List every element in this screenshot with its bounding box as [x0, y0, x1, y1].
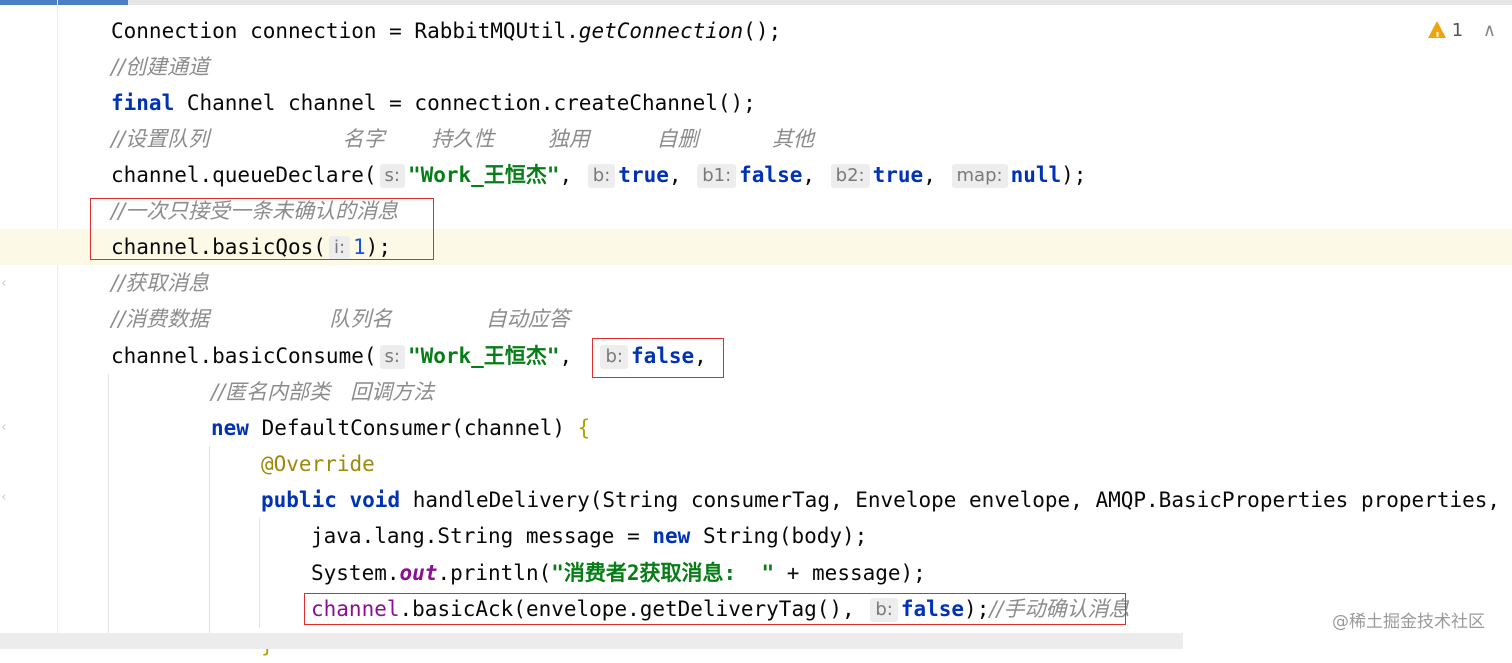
- code-line-11[interactable]: //匿名内部类 回调方法: [0, 374, 1512, 410]
- keyword: true: [872, 163, 924, 187]
- parameter-hint: map:: [951, 164, 1008, 188]
- parameter-hint: s:: [379, 164, 405, 188]
- code-text: ,: [559, 163, 573, 187]
- code-line-16[interactable]: System.out.println("消费者2获取消息: " + messag…: [0, 555, 1512, 591]
- code-line-10[interactable]: channel.basicConsume(s: "Work_王恒杰", b: fal…: [0, 338, 1512, 374]
- horizontal-scrollbar[interactable]: [0, 633, 1183, 649]
- comment: //创建通道: [111, 55, 210, 79]
- code-line-1[interactable]: Connection connection = RabbitMQUtil.get…: [0, 13, 1512, 49]
- code-line-2[interactable]: //创建通道: [0, 49, 1512, 85]
- brace: {: [577, 416, 591, 440]
- code-line-12[interactable]: new DefaultConsumer(channel) {: [0, 410, 1512, 446]
- code-text: channel.queueDeclare(: [111, 163, 377, 187]
- code-text: System.: [311, 561, 400, 585]
- comment: //消费数据 队列名 自动应答: [111, 307, 570, 331]
- code-text: Channel channel = connection.createChann…: [174, 91, 756, 115]
- code-text: Connection connection = RabbitMQUtil.: [111, 19, 579, 43]
- code-text: + message);: [774, 561, 926, 585]
- keyword: new: [211, 416, 249, 440]
- code-line-5[interactable]: channel.queueDeclare(s: "Work_王恒杰", b: tru…: [0, 157, 1512, 193]
- code-line-15[interactable]: java.lang.String message = new String(bo…: [0, 518, 1512, 554]
- highlight-box-basicack: [304, 593, 1126, 625]
- watermark: @稀土掘金技术社区: [1332, 612, 1485, 632]
- code-text: ,: [923, 163, 936, 187]
- keyword: final: [111, 91, 175, 115]
- keyword: public: [261, 488, 337, 512]
- keyword: null: [1010, 163, 1062, 187]
- code-text: String(body);: [690, 524, 868, 548]
- code-text: ,: [802, 163, 816, 187]
- code-line-13[interactable]: @Override: [0, 446, 1512, 482]
- annotation: @Override: [261, 452, 375, 476]
- parameter-hint: b:: [587, 164, 616, 188]
- method-name: getConnection: [578, 19, 744, 43]
- string-literal: "Work_王恒杰": [407, 163, 560, 187]
- code-text: channel.basicConsume(: [111, 344, 377, 368]
- comment: //匿名内部类 回调方法: [211, 380, 435, 404]
- keyword: new: [652, 524, 691, 548]
- keyword: false: [739, 163, 803, 187]
- parameter-hint: b1:: [697, 164, 737, 188]
- editor-top-bar: [0, 0, 1512, 5]
- highlight-box-autoack: [592, 338, 724, 378]
- code-text: handleDelivery(String consumerTag, Envel…: [400, 488, 1512, 512]
- string-literal: "Work_王恒杰": [407, 344, 560, 368]
- active-tab-indicator: [0, 0, 128, 5]
- code-text: DefaultConsumer(channel): [248, 416, 578, 440]
- code-text: ,: [559, 344, 573, 368]
- code-text: );: [1061, 163, 1087, 187]
- code-line-14[interactable]: public void handleDelivery(String consum…: [0, 482, 1512, 518]
- static-field: out: [399, 561, 438, 585]
- code-text: java.lang.String message =: [311, 524, 653, 548]
- string-literal: "消费者2获取消息: ": [551, 561, 775, 585]
- code-text: ();: [743, 19, 782, 43]
- keyword: true: [618, 163, 669, 187]
- code-line-8[interactable]: //获取消息: [0, 265, 1512, 301]
- code-text: ,: [668, 163, 682, 187]
- comment: //获取消息: [111, 271, 210, 295]
- code-line-9[interactable]: //消费数据 队列名 自动应答: [0, 301, 1512, 337]
- code-line-4[interactable]: //设置队列 名字 持久性 独用 自删 其他: [0, 121, 1512, 157]
- parameter-hint: s:: [379, 345, 405, 369]
- code-line-3[interactable]: final Channel channel = connection.creat…: [0, 85, 1512, 121]
- keyword: void: [349, 488, 401, 512]
- comment: //设置队列 名字 持久性 独用 自删 其他: [111, 127, 814, 151]
- code-text: .println(: [437, 561, 552, 585]
- parameter-hint: b2:: [830, 164, 870, 188]
- highlight-box-basicqos: [90, 198, 434, 260]
